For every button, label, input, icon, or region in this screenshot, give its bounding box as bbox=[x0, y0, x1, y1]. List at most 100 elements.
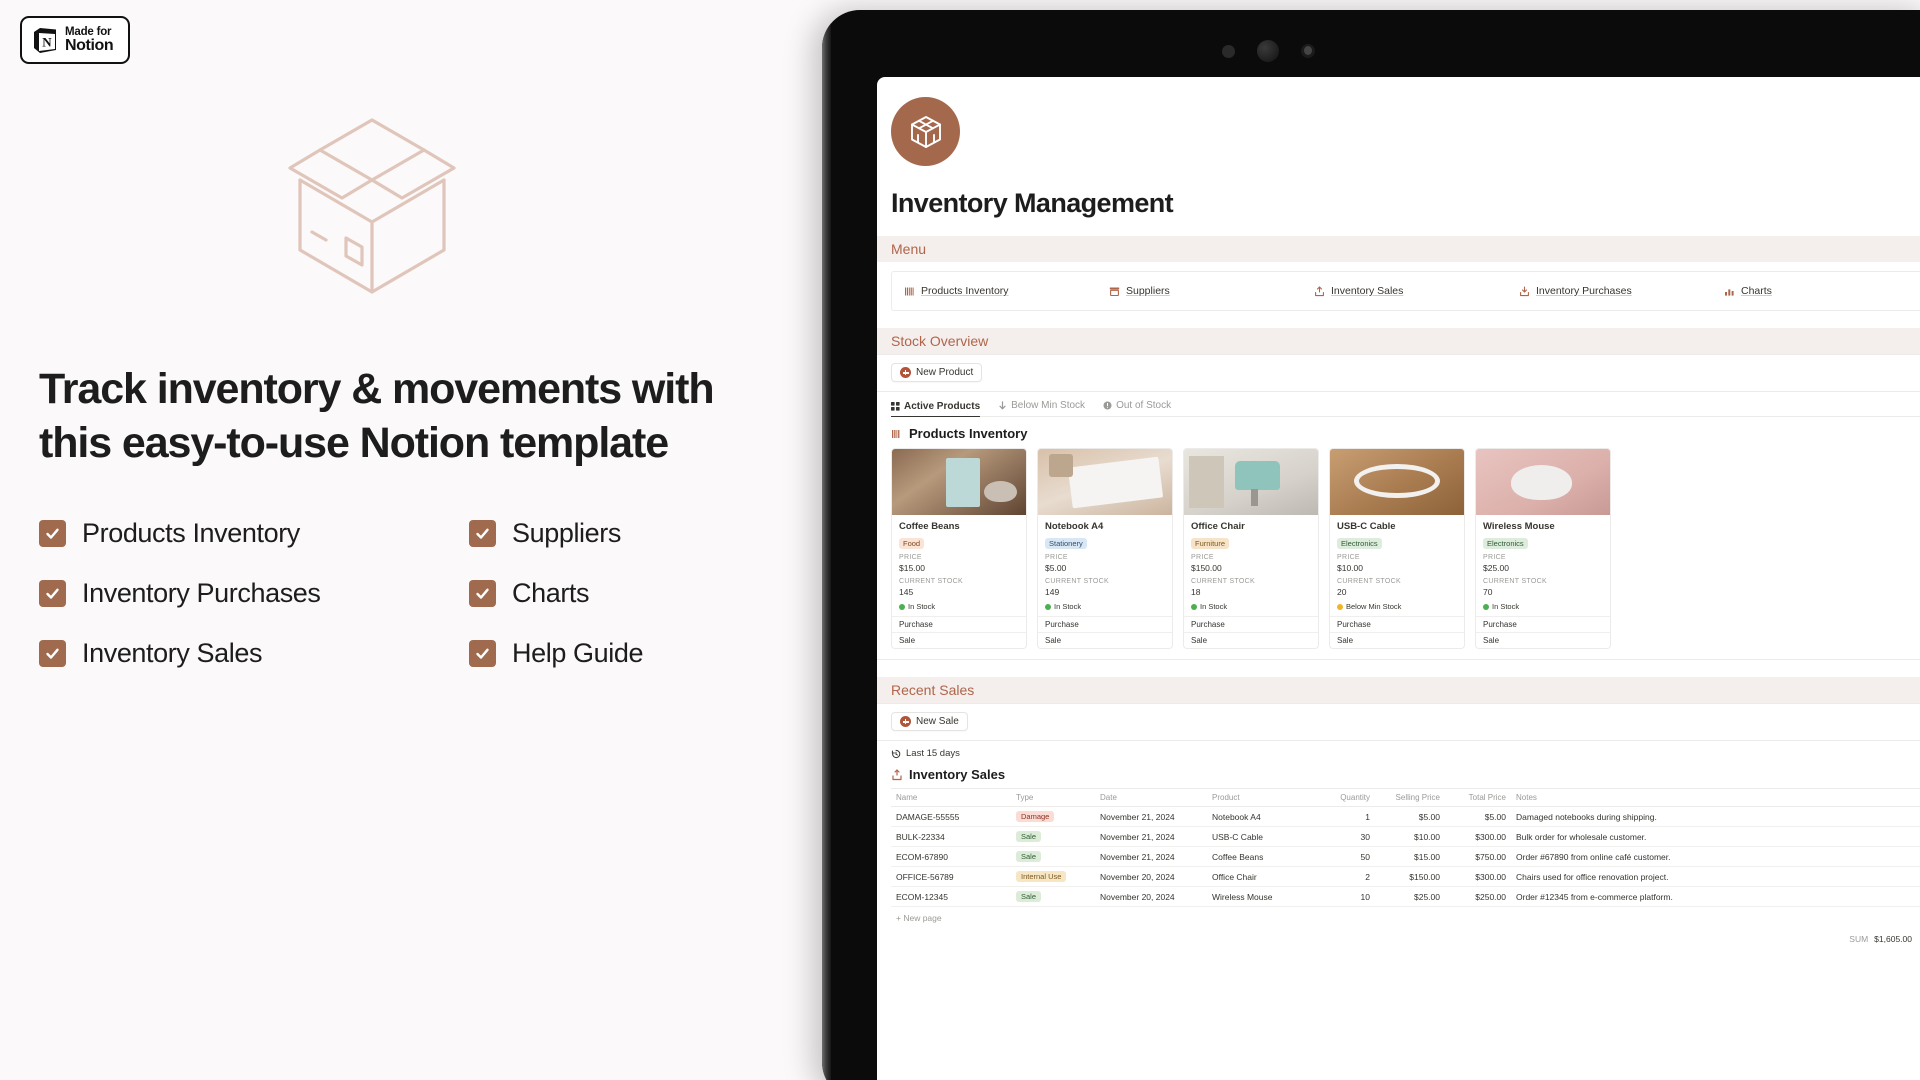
table-row[interactable]: ECOM-67890 Sale November 21, 2024 Coffee… bbox=[891, 846, 1920, 867]
feature-checklist: Products Inventory Suppliers Inventory P… bbox=[39, 518, 739, 669]
type-tag: Internal Use bbox=[1016, 871, 1067, 882]
column-header-quantity[interactable]: Quantity bbox=[1317, 788, 1375, 807]
cell-date: November 20, 2024 bbox=[1095, 886, 1207, 907]
status-label: In Stock bbox=[1054, 602, 1082, 611]
column-header-name[interactable]: Name bbox=[891, 788, 1011, 807]
relation-purchase[interactable]: Purchase bbox=[1330, 616, 1464, 632]
menu-item-inventory-purchases[interactable]: Inventory Purchases bbox=[1519, 285, 1632, 297]
feature-label: Products Inventory bbox=[82, 518, 300, 548]
type-tag: Damage bbox=[1016, 811, 1055, 822]
product-stock: 18 bbox=[1191, 587, 1201, 597]
price-label: PRICE bbox=[1337, 554, 1360, 561]
cell-product: Wireless Mouse bbox=[1207, 886, 1317, 907]
feature-label: Suppliers bbox=[512, 518, 621, 548]
product-card[interactable]: Coffee Beans Food PRICE $15.00 CURRENT S… bbox=[891, 448, 1027, 649]
relation-purchase[interactable]: Purchase bbox=[1038, 616, 1172, 632]
menu-item-charts[interactable]: Charts bbox=[1724, 285, 1772, 297]
notion-cube-icon: N bbox=[31, 26, 58, 55]
checkbox-checked-icon bbox=[469, 640, 496, 667]
product-card[interactable]: Office Chair Furniture PRICE $150.00 CUR… bbox=[1183, 448, 1319, 649]
tab-below-min-stock[interactable]: Below Min Stock bbox=[998, 400, 1085, 411]
new-sale-button[interactable]: New Sale bbox=[891, 712, 968, 731]
menu-item-products-inventory[interactable]: Products Inventory bbox=[904, 285, 1009, 297]
tab-active-products[interactable]: Active Products bbox=[891, 400, 981, 417]
product-category-tag: Furniture bbox=[1191, 538, 1230, 549]
price-label: PRICE bbox=[1483, 554, 1506, 561]
menu-item-suppliers[interactable]: Suppliers bbox=[1109, 285, 1170, 297]
tab-out-of-stock[interactable]: Out of Stock bbox=[1103, 400, 1171, 411]
badge-brand: Notion bbox=[65, 36, 114, 54]
new-page-row[interactable]: + New page bbox=[891, 907, 1920, 929]
cell-selling-price: $5.00 bbox=[1375, 806, 1445, 827]
feature-label: Help Guide bbox=[512, 638, 644, 668]
cell-quantity: 30 bbox=[1317, 826, 1375, 847]
relation-sale[interactable]: Sale bbox=[1476, 632, 1610, 648]
menu-item-label: Suppliers bbox=[1126, 285, 1170, 297]
tablet-bezel bbox=[822, 10, 831, 1080]
cell-product: Notebook A4 bbox=[1207, 806, 1317, 827]
relation-sale[interactable]: Sale bbox=[1184, 632, 1318, 648]
table-row[interactable]: DAMAGE-55555 Damage November 21, 2024 No… bbox=[891, 806, 1920, 827]
relation-purchase[interactable]: Purchase bbox=[892, 616, 1026, 632]
database-title-label: Inventory Sales bbox=[909, 767, 1006, 782]
table-row[interactable]: BULK-22334 Sale November 21, 2024 USB-C … bbox=[891, 826, 1920, 847]
product-stock: 145 bbox=[899, 587, 914, 597]
sensor-dot-icon bbox=[1222, 44, 1235, 58]
column-header-notes[interactable]: Notes bbox=[1511, 788, 1920, 807]
relation-sale[interactable]: Sale bbox=[1330, 632, 1464, 648]
product-name: Office Chair bbox=[1191, 521, 1245, 532]
new-product-button[interactable]: New Product bbox=[891, 363, 983, 382]
table-row[interactable]: OFFICE-56789 Internal Use November 20, 2… bbox=[891, 866, 1920, 887]
relation-purchase[interactable]: Purchase bbox=[1476, 616, 1610, 632]
column-header-date[interactable]: Date bbox=[1095, 788, 1207, 807]
feature-item-help-guide: Help Guide bbox=[469, 638, 739, 669]
checkbox-checked-icon bbox=[39, 640, 66, 667]
feature-item-charts: Charts bbox=[469, 578, 739, 609]
status-badge: In Stock bbox=[1191, 602, 1311, 611]
cell-date: November 20, 2024 bbox=[1095, 866, 1207, 887]
column-header-product[interactable]: Product bbox=[1207, 788, 1317, 807]
feature-item-suppliers: Suppliers bbox=[469, 518, 739, 549]
relation-sale[interactable]: Sale bbox=[1038, 632, 1172, 648]
open-box-icon bbox=[272, 110, 472, 300]
cell-notes: Chairs used for office renovation projec… bbox=[1511, 866, 1920, 887]
menu-slot: Inventory Purchases bbox=[1507, 285, 1712, 297]
column-header-selling-price[interactable]: Selling Price bbox=[1375, 788, 1445, 807]
product-category-tag: Food bbox=[899, 538, 925, 549]
cell-total-price: $5.00 bbox=[1445, 806, 1511, 827]
menu-slot: Charts bbox=[1712, 285, 1917, 297]
column-header-type[interactable]: Type bbox=[1011, 788, 1095, 807]
product-card[interactable]: Wireless Mouse Electronics PRICE $25.00 … bbox=[1475, 448, 1611, 649]
table-row[interactable]: ECOM-12345 Sale November 20, 2024 Wirele… bbox=[891, 886, 1920, 907]
page-title: Track inventory & movements with this ea… bbox=[39, 365, 715, 468]
feature-label: Inventory Sales bbox=[82, 638, 263, 668]
cell-total-price: $300.00 bbox=[1445, 866, 1511, 887]
product-category-tag: Electronics bbox=[1337, 538, 1382, 549]
checkbox-checked-icon bbox=[39, 520, 66, 547]
relation-purchase[interactable]: Purchase bbox=[1184, 616, 1318, 632]
column-header-total-price[interactable]: Total Price bbox=[1445, 788, 1511, 807]
status-label: In Stock bbox=[1492, 602, 1520, 611]
svg-text:N: N bbox=[42, 34, 52, 49]
cell-name: DAMAGE-55555 bbox=[891, 806, 1011, 827]
product-card[interactable]: Notebook A4 Stationery PRICE $5.00 CURRE… bbox=[1037, 448, 1173, 649]
sales-date-filter[interactable]: Last 15 days bbox=[891, 748, 1920, 759]
relation-sale[interactable]: Sale bbox=[892, 632, 1026, 648]
stock-label: CURRENT STOCK bbox=[899, 578, 963, 585]
product-card[interactable]: USB-C Cable Electronics PRICE $10.00 CUR… bbox=[1329, 448, 1465, 649]
tablet-mockup: Inventory Management Menu Products Inven… bbox=[822, 10, 1920, 1080]
menu-slot: Inventory Sales bbox=[1302, 285, 1507, 297]
alert-circle-icon bbox=[1103, 401, 1112, 410]
grid-icon bbox=[891, 401, 900, 411]
cell-quantity: 1 bbox=[1317, 806, 1375, 827]
menu-item-inventory-sales[interactable]: Inventory Sales bbox=[1314, 285, 1403, 297]
cell-notes: Bulk order for wholesale customer. bbox=[1511, 826, 1920, 847]
table-header-row: Name Type Date Product Quantity Selling … bbox=[891, 788, 1920, 807]
stock-label: CURRENT STOCK bbox=[1337, 578, 1401, 585]
menu-item-label: Inventory Sales bbox=[1331, 285, 1404, 297]
tablet-camera-row bbox=[1222, 40, 1315, 62]
tab-label: Active Products bbox=[904, 400, 981, 412]
checkbox-checked-icon bbox=[39, 580, 66, 607]
section-header-stock-overview: Stock Overview bbox=[877, 328, 1920, 354]
status-badge: In Stock bbox=[1483, 602, 1603, 611]
